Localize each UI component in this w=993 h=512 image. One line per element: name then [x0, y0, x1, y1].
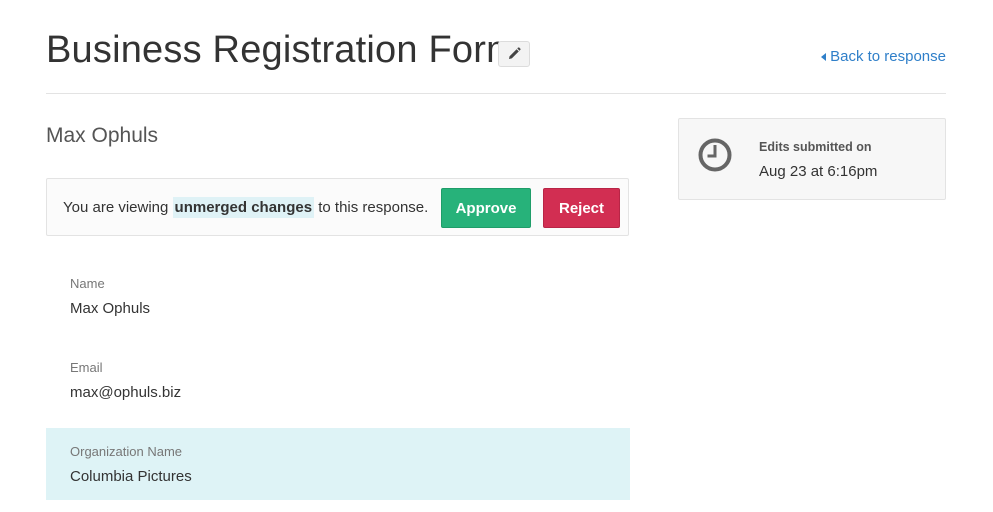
back-to-response-label: Back to response — [830, 48, 946, 65]
field-organization-name: Organization Name Columbia Pictures — [46, 428, 630, 500]
edits-submitted-title: Edits submitted on — [759, 140, 872, 154]
page-header: Business Registration Form Back to respo… — [46, 26, 946, 94]
field-label: Organization Name — [70, 444, 182, 459]
back-to-response-link[interactable]: Back to response — [821, 48, 946, 65]
field-label: Email — [70, 360, 103, 375]
notice-text-before: You are viewing — [63, 199, 173, 216]
field-value: max@ophuls.biz — [70, 384, 182, 401]
field-name: Name Max Ophuls — [46, 276, 630, 317]
field-email: Email max@ophuls.biz — [46, 360, 630, 401]
approve-button[interactable]: Approve — [441, 188, 531, 228]
clock-icon — [698, 138, 732, 172]
notice-text: You are viewing unmerged changes to this… — [63, 197, 429, 218]
field-label: Name — [70, 276, 105, 291]
notice-highlight: unmerged changes — [172, 197, 315, 218]
caret-left-icon — [821, 52, 827, 61]
unmerged-changes-notice: You are viewing unmerged changes to this… — [46, 178, 629, 236]
field-value: Max Ophuls — [70, 300, 151, 317]
edits-submitted-card: Edits submitted on Aug 23 at 6:16pm — [678, 118, 946, 200]
page-title: Business Registration Form — [46, 29, 518, 71]
notice-text-after: to this response. — [314, 199, 429, 216]
edit-title-button[interactable] — [498, 41, 530, 67]
reject-button[interactable]: Reject — [543, 188, 620, 228]
edits-submitted-timestamp: Aug 23 at 6:16pm — [759, 163, 878, 180]
pencil-icon — [509, 47, 521, 59]
respondent-name: Max Ophuls — [46, 124, 159, 147]
field-value: Columbia Pictures — [70, 468, 192, 485]
